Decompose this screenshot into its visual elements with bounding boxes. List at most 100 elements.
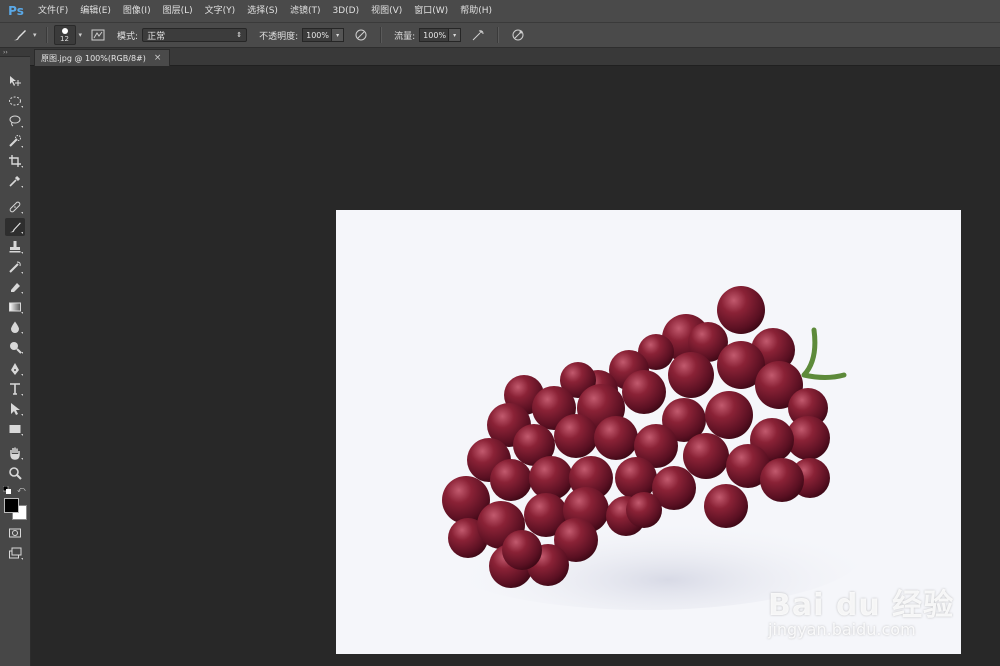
chevron-down-icon[interactable]: ▾	[79, 31, 83, 39]
menu-bar: Ps 文件(F) 编辑(E) 图像(I) 图层(L) 文字(Y) 选择(S) 滤…	[0, 0, 1000, 23]
grape-berry	[668, 352, 714, 398]
opacity-dropdown[interactable]: ▾	[332, 28, 345, 42]
tool-preset-picker[interactable]	[10, 26, 30, 44]
grape-berry	[683, 433, 729, 479]
quick-mask-icon	[9, 528, 21, 538]
eyedropper-tool[interactable]	[5, 172, 25, 190]
brush-size-value: 12	[60, 34, 69, 43]
pressure-opacity-toggle[interactable]	[352, 26, 370, 44]
swap-colors-icon[interactable]: ⤺	[17, 485, 26, 494]
menu-edit[interactable]: 编辑(E)	[74, 0, 117, 22]
grape-berry	[717, 286, 765, 334]
lasso-icon	[9, 115, 21, 127]
brush-size-picker[interactable]: 12	[53, 25, 76, 45]
brush-icon	[10, 222, 21, 233]
menu-help[interactable]: 帮助(H)	[454, 0, 498, 22]
menu-window[interactable]: 窗口(W)	[408, 0, 454, 22]
quick-mask-button[interactable]	[5, 524, 25, 542]
eraser-tool[interactable]	[5, 278, 25, 296]
bandage-icon	[9, 201, 21, 213]
zoom-tool[interactable]	[5, 464, 25, 482]
grape-berry	[760, 458, 804, 502]
grape-berry	[626, 492, 662, 528]
toolbox-collapse[interactable]: ››	[0, 48, 30, 57]
hand-icon	[10, 447, 20, 460]
pen-tool[interactable]	[5, 360, 25, 378]
brush-tip-icon	[61, 27, 68, 34]
hand-tool[interactable]	[5, 444, 25, 462]
pen-nib-icon	[11, 363, 19, 375]
lasso-tool[interactable]	[5, 112, 25, 130]
gradient-tool[interactable]	[5, 298, 25, 316]
quick-select-tool[interactable]	[5, 132, 25, 150]
divider	[497, 27, 500, 43]
toolbox: ›› ⤺	[0, 48, 31, 666]
grape-berry	[622, 370, 666, 414]
mode-label: 模式:	[117, 31, 139, 42]
grape-berry	[615, 457, 657, 499]
stamp-icon	[9, 241, 21, 253]
menu-view[interactable]: 视图(V)	[365, 0, 408, 22]
close-icon[interactable]: ×	[154, 53, 162, 63]
move-icon	[10, 76, 21, 86]
brush-icon	[14, 30, 26, 41]
flow-label: 流量:	[394, 31, 416, 42]
opacity-input[interactable]: 100%	[302, 28, 333, 42]
document-canvas[interactable]: Bai du 经验 jingyan.baidu.com	[336, 210, 961, 654]
pressure-size-toggle[interactable]	[509, 26, 527, 44]
history-brush-icon	[9, 261, 21, 273]
menu-image[interactable]: 图像(I)	[117, 0, 157, 22]
dodge-icon	[10, 342, 22, 354]
magnifier-icon	[9, 467, 22, 480]
brush-panel-toggle[interactable]	[89, 26, 107, 44]
menu-type[interactable]: 文字(Y)	[199, 0, 242, 22]
grape-berry	[554, 414, 598, 458]
menu-filter[interactable]: 滤镜(T)	[284, 0, 327, 22]
menu-3d[interactable]: 3D(D)	[326, 0, 365, 22]
marquee-tool[interactable]	[5, 92, 25, 110]
grape-berry	[502, 530, 542, 570]
clone-stamp-tool[interactable]	[5, 238, 25, 256]
watermark-logo: Bai du 经验	[768, 588, 955, 623]
document-tab[interactable]: 原图.jpg @ 100%(RGB/8#) ×	[34, 49, 171, 66]
menu-layer[interactable]: 图层(L)	[157, 0, 199, 22]
elliptical-marquee-icon	[9, 96, 21, 106]
opacity-label: 不透明度:	[259, 31, 299, 42]
grape-berry	[704, 484, 748, 528]
path-select-tool[interactable]	[5, 400, 25, 418]
screen-mode-button[interactable]	[5, 544, 25, 562]
rectangle-tool[interactable]	[5, 420, 25, 438]
grape-berry	[490, 459, 532, 501]
document-title: 原图.jpg @ 100%(RGB/8#)	[41, 53, 146, 63]
mode-select[interactable]: 正常 ⇕	[142, 28, 248, 42]
chevron-down-icon[interactable]: ▾	[33, 31, 37, 39]
photoshop-logo: Ps	[8, 4, 24, 18]
brush-tool[interactable]	[5, 218, 25, 236]
move-tool[interactable]	[5, 72, 25, 90]
crop-tool[interactable]	[5, 152, 25, 170]
airbrush-toggle[interactable]	[469, 26, 487, 44]
flow-input[interactable]: 100%	[419, 28, 450, 42]
type-icon	[10, 383, 20, 395]
mode-value: 正常	[147, 31, 166, 42]
pen-pressure-size-icon	[512, 29, 524, 41]
default-colors-icon[interactable]	[2, 485, 11, 494]
dodge-tool[interactable]	[5, 338, 25, 356]
blur-tool[interactable]	[5, 318, 25, 336]
options-bar: ▾ 12 ▾ 模式: 正常 ⇕ 不透明度: 100% ▾ 流量: 100% ▾	[0, 23, 1000, 48]
crop-icon	[9, 155, 21, 167]
rectangle-icon	[9, 425, 21, 433]
grape-berry	[529, 456, 573, 500]
flow-dropdown[interactable]: ▾	[449, 28, 462, 42]
updown-icon: ⇕	[236, 31, 243, 39]
watermark-url: jingyan.baidu.com	[768, 620, 916, 639]
menu-file[interactable]: 文件(F)	[32, 0, 74, 22]
grape-berry	[594, 416, 638, 460]
healing-brush-tool[interactable]	[5, 198, 25, 216]
screen-mode-icon	[9, 547, 22, 559]
history-brush-tool[interactable]	[5, 258, 25, 276]
water-drop-icon	[11, 321, 19, 333]
foreground-color-swatch[interactable]	[4, 498, 19, 513]
menu-select[interactable]: 选择(S)	[241, 0, 284, 22]
type-tool[interactable]	[5, 380, 25, 398]
